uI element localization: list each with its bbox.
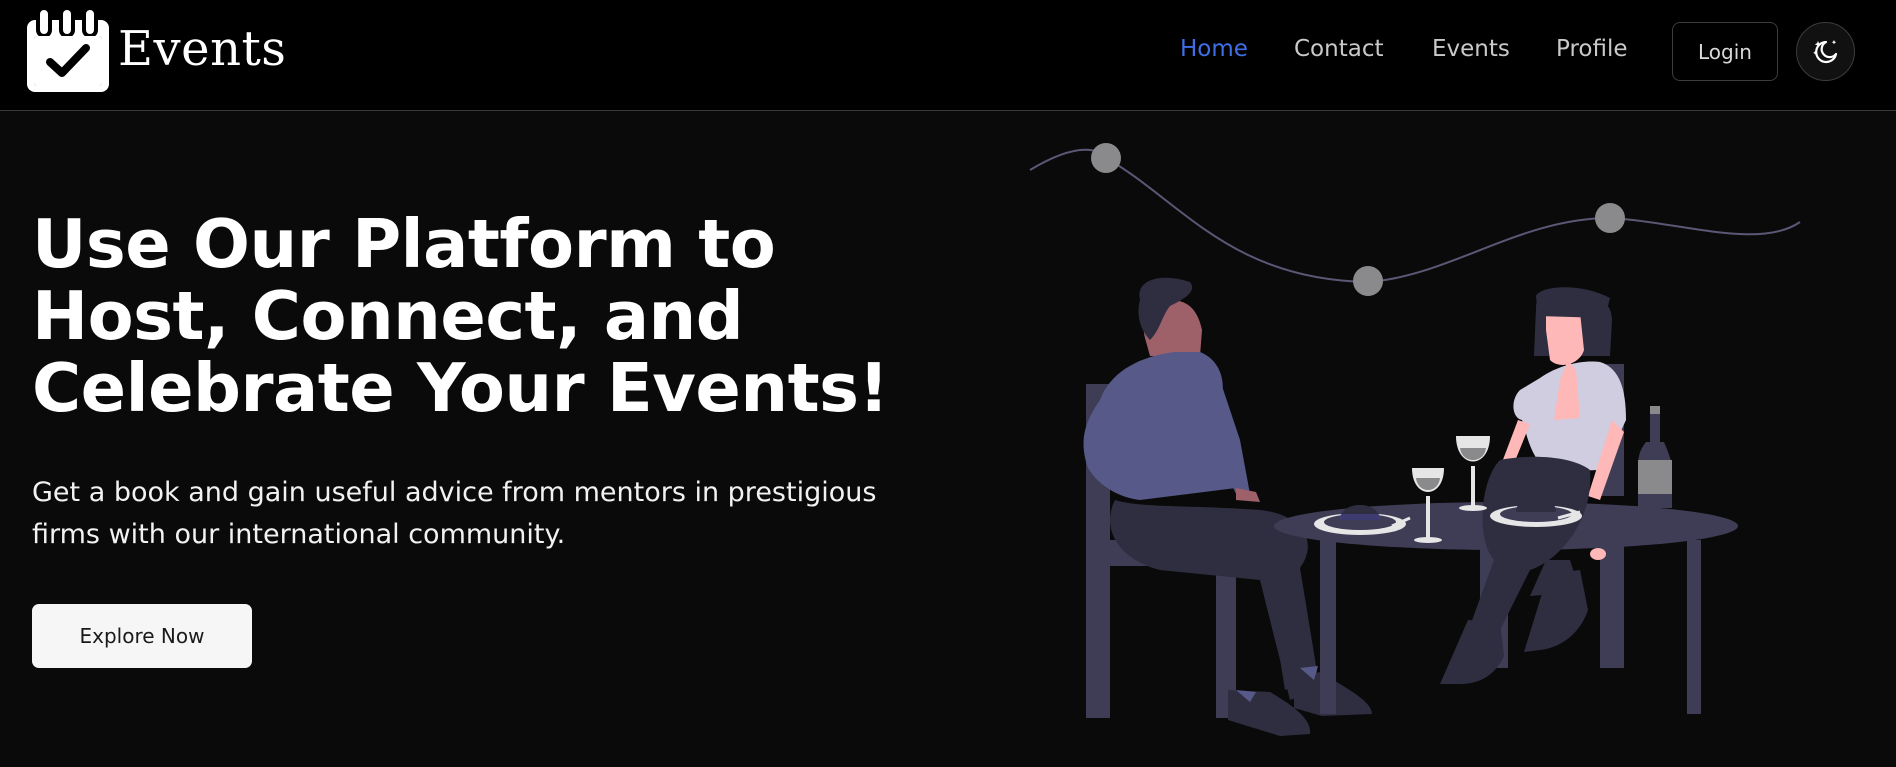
dinner-date-illustration: [1029, 143, 1801, 736]
nav-profile-link[interactable]: Profile: [1556, 36, 1628, 62]
hero-title: Use Our Platform to Host, Connect, and C…: [32, 205, 889, 427]
nav-contact-link[interactable]: Contact: [1294, 36, 1383, 62]
theme-toggle-button[interactable]: [1796, 22, 1855, 81]
moon-stars-icon: [1812, 39, 1837, 63]
hero-subtitle: Get a book and gain useful advice from m…: [32, 477, 877, 550]
nav-events-link[interactable]: Events: [1432, 36, 1510, 62]
login-button[interactable]: Login: [1672, 22, 1778, 81]
brand-name: Events: [118, 21, 287, 77]
top-navbar: Events Home Contact Events Profile Login: [0, 0, 1896, 111]
nav-home-link[interactable]: Home: [1180, 36, 1248, 62]
explore-now-button[interactable]: Explore Now: [32, 604, 252, 668]
brand-logo[interactable]: Events: [24, 6, 286, 96]
calendar-check-icon: [27, 6, 109, 92]
